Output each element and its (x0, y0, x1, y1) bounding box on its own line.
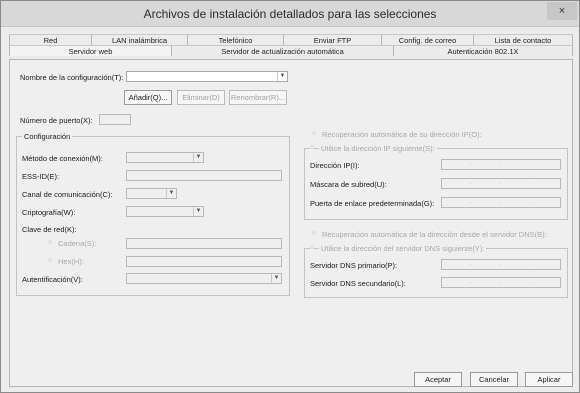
tab-row-bottom: Servidor web Servidor de actualización a… (9, 45, 573, 56)
apply-button[interactable]: Aplicar (525, 372, 573, 387)
chevron-down-icon: ▼ (193, 207, 203, 216)
dialog-window: Archivos de instalación detallados para … (0, 0, 580, 393)
dns-group (304, 248, 568, 298)
radio-icon[interactable]: ○ (48, 257, 52, 264)
config-name-select[interactable]: ▼ (126, 71, 288, 82)
radio-icon[interactable]: ○ (310, 144, 315, 151)
hex-input[interactable] (126, 256, 282, 267)
subnet-mask-label: Máscara de subred(U): (310, 180, 387, 189)
ip-dot: . (470, 278, 472, 285)
subnet-mask-input[interactable]: . . . (441, 178, 561, 189)
string-label: Cadena(S): (58, 239, 97, 248)
port-label: Número de puerto(X): (20, 116, 93, 125)
rename-button[interactable]: Renombrar(R)... (229, 90, 287, 105)
method-label: Método de conexión(M): (22, 154, 103, 163)
tab-servidor-actualizacion[interactable]: Servidor de actualización automática (171, 45, 393, 56)
ip-dot: . (500, 260, 502, 267)
chevron-down-icon: ▼ (166, 189, 176, 198)
ip-dot: . (470, 160, 472, 167)
tab-enviar-ftp[interactable]: Enviar FTP (283, 34, 381, 45)
channel-select[interactable]: ▼ (126, 188, 177, 199)
config-name-label: Nombre de la configuración(T): (20, 73, 124, 82)
ip-dot: . (500, 160, 502, 167)
dns-auto-label[interactable]: Recuperación automática de la dirección … (322, 230, 547, 239)
crypto-select[interactable]: ▼ (126, 206, 204, 217)
channel-label: Canal de comunicación(C): (22, 190, 113, 199)
method-select[interactable]: ▼ (126, 152, 204, 163)
ip-dot: . (530, 260, 532, 267)
ip-auto-label[interactable]: Recuperación automática de su dirección … (322, 130, 482, 139)
tab-panel: Nombre de la configuración(T): ▼ Añadir(… (9, 59, 573, 387)
add-button[interactable]: Añadir(Q)... (124, 90, 172, 105)
ip-dot: . (470, 179, 472, 186)
ip-dot: . (500, 198, 502, 205)
ip-dot: . (470, 198, 472, 205)
chevron-down-icon: ▼ (277, 72, 287, 81)
ip-dot: . (530, 179, 532, 186)
essid-label: ESS-ID(E): (22, 172, 60, 181)
config-group-title: Configuración (22, 132, 73, 141)
auth-select[interactable]: ▼ (126, 273, 282, 284)
ok-button[interactable]: Aceptar (414, 372, 462, 387)
hex-label: Hex(H): (58, 257, 84, 266)
dns-secondary-input[interactable]: . . . (441, 277, 561, 288)
ip-dot: . (530, 198, 532, 205)
gateway-input[interactable]: . . . (441, 197, 561, 208)
string-input[interactable] (126, 238, 282, 249)
radio-icon[interactable]: ○ (48, 239, 52, 246)
tab-autenticacion-8021x[interactable]: Autenticación 802.1X (393, 45, 573, 56)
radio-icon[interactable]: ○ (312, 230, 316, 237)
ip-address-input[interactable]: . . . (441, 159, 561, 170)
chevron-down-icon: ▼ (271, 274, 281, 283)
tab-row-top: Red LAN inalámbrica Telefónico Enviar FT… (9, 34, 573, 45)
dns-manual-label[interactable]: Utilice la dirección del servidor DNS si… (319, 244, 487, 253)
tab-lan-inalambrica[interactable]: LAN inalámbrica (91, 34, 187, 45)
ip-dot: . (530, 278, 532, 285)
netkey-label: Clave de red(K): (22, 225, 77, 234)
chevron-down-icon: ▼ (193, 153, 203, 162)
radio-icon[interactable]: ○ (310, 244, 315, 251)
close-button[interactable]: × (547, 2, 577, 20)
dns-primary-input[interactable]: . . . (441, 259, 561, 270)
tab-telefonico[interactable]: Telefónico (187, 34, 283, 45)
tab-red[interactable]: Red (9, 34, 91, 45)
tab-lista-contacto[interactable]: Lista de contacto (473, 34, 573, 45)
gateway-label: Puerta de enlace predeterminada(G): (310, 199, 435, 208)
essid-input[interactable] (126, 170, 282, 181)
radio-icon[interactable]: ○ (312, 130, 316, 137)
ip-dot: . (470, 260, 472, 267)
crypto-label: Criptografía(W): (22, 208, 76, 217)
dns-primary-label: Servidor DNS primario(P): (310, 261, 398, 270)
tab-config-correo[interactable]: Config. de correo (381, 34, 473, 45)
tab-servidor-web[interactable]: Servidor web (9, 45, 171, 56)
ip-dot: . (530, 160, 532, 167)
title-bar: Archivos de instalación detallados para … (1, 1, 579, 27)
window-title: Archivos de instalación detallados para … (143, 7, 437, 21)
cancel-button[interactable]: Cancelar (470, 372, 518, 387)
ip-dot: . (500, 179, 502, 186)
dns-secondary-label: Servidor DNS secundario(L): (310, 279, 406, 288)
delete-button[interactable]: Eliminar(D) (177, 90, 225, 105)
ip-manual-label[interactable]: Utilice la dirección IP siguiente(S): (319, 144, 437, 153)
port-input[interactable] (99, 114, 131, 125)
ip-address-label: Dirección IP(I): (310, 161, 360, 170)
ip-dot: . (500, 278, 502, 285)
auth-label: Autentificación(V): (22, 275, 83, 284)
